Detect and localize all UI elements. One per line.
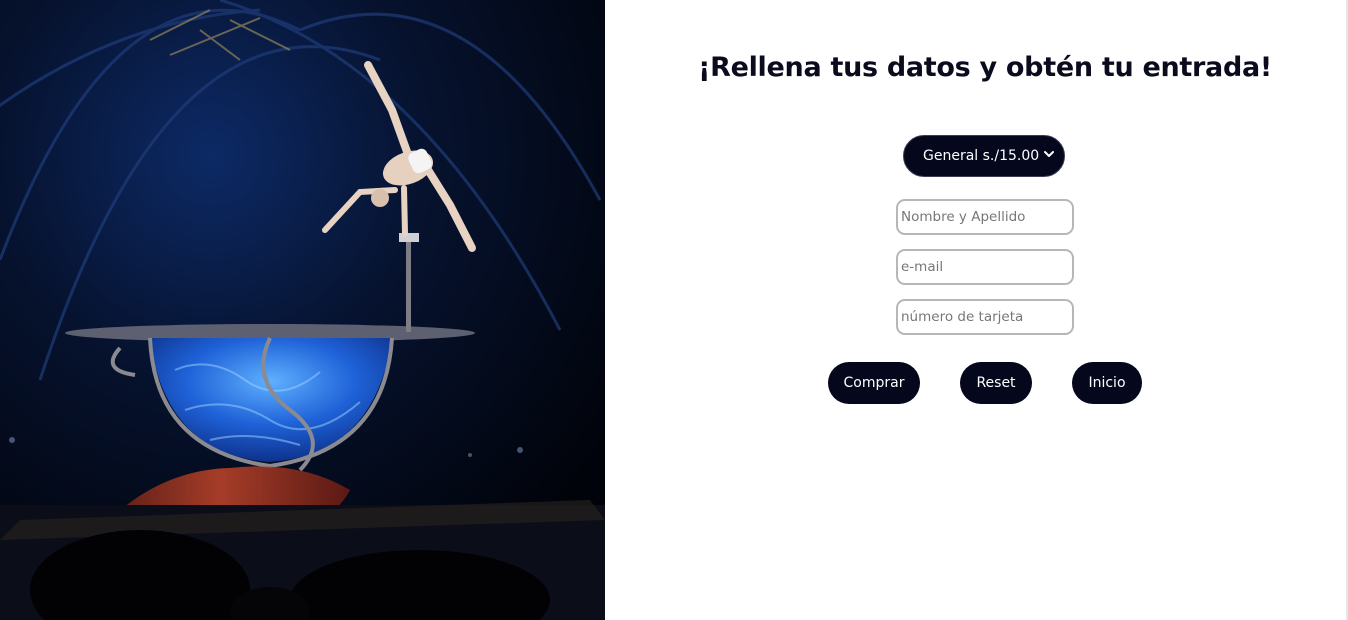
reset-button[interactable]: Reset xyxy=(960,362,1032,404)
acrobat-photo xyxy=(0,0,605,620)
buy-button[interactable]: Comprar xyxy=(828,362,920,404)
chevron-down-icon xyxy=(1044,151,1054,157)
ticket-page: ¡Rellena tus datos y obtén tu entrada! G… xyxy=(0,0,1348,620)
hero-image xyxy=(0,0,605,620)
email-field[interactable] xyxy=(896,249,1074,285)
name-field[interactable] xyxy=(896,199,1074,235)
ticket-type-select[interactable]: General s./15.00 xyxy=(903,135,1065,177)
ticket-form-panel: ¡Rellena tus datos y obtén tu entrada! G… xyxy=(605,0,1348,620)
ticket-type-selected-value: General s./15.00 xyxy=(923,148,1040,164)
page-title: ¡Rellena tus datos y obtén tu entrada! xyxy=(698,52,1272,83)
card-number-field[interactable] xyxy=(896,299,1074,335)
home-button[interactable]: Inicio xyxy=(1072,362,1142,404)
